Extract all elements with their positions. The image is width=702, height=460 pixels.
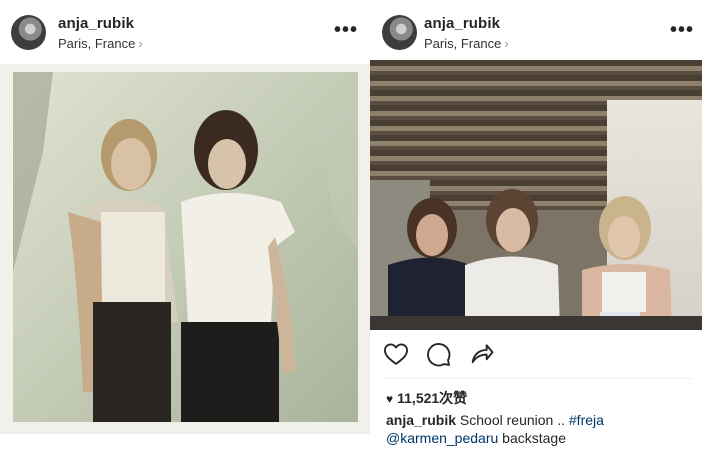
two-women-photo bbox=[13, 72, 358, 422]
polaroid-image bbox=[13, 72, 358, 422]
chevron-right-icon: › bbox=[138, 36, 143, 51]
avatar[interactable] bbox=[382, 15, 417, 50]
likes-label: 11,521次赞 bbox=[397, 390, 468, 406]
heart-filled-icon: ♥ bbox=[386, 392, 394, 406]
location-label: Paris, France bbox=[58, 36, 136, 51]
heart-outline-icon bbox=[383, 343, 409, 365]
avatar[interactable] bbox=[11, 15, 46, 50]
divider-line bbox=[382, 378, 692, 379]
more-options-icon[interactable]: ••• bbox=[334, 20, 358, 40]
comment-bubble-icon bbox=[427, 343, 451, 367]
right-post-header: anja_rubik Paris, France › ••• bbox=[370, 0, 702, 62]
like-button[interactable] bbox=[382, 340, 412, 370]
caption-text: School reunion .. bbox=[459, 412, 569, 428]
left-post: anja_rubik Paris, France › ••• bbox=[0, 0, 370, 460]
username-link[interactable]: anja_rubik bbox=[424, 15, 500, 32]
caption-text-end: backstage bbox=[498, 430, 566, 446]
post-photo[interactable] bbox=[370, 60, 702, 330]
chevron-right-icon: › bbox=[504, 36, 509, 51]
left-post-header: anja_rubik Paris, France › ••• bbox=[0, 0, 370, 62]
action-bar bbox=[370, 340, 702, 370]
post-photo[interactable] bbox=[0, 64, 370, 434]
likes-count[interactable]: ♥ 11,521次赞 bbox=[386, 388, 467, 408]
location-link[interactable]: Paris, France › bbox=[58, 36, 143, 51]
right-post: anja_rubik Paris, France › ••• ♥ 11,521次… bbox=[370, 0, 702, 460]
share-arrow-icon bbox=[471, 344, 494, 364]
username-link[interactable]: anja_rubik bbox=[58, 15, 134, 32]
comment-button[interactable] bbox=[424, 340, 454, 370]
table bbox=[370, 316, 702, 330]
share-button[interactable] bbox=[468, 340, 498, 370]
three-women-photo bbox=[388, 189, 672, 330]
more-options-icon[interactable]: ••• bbox=[670, 20, 694, 40]
hashtag-link[interactable]: #freja bbox=[569, 412, 604, 428]
caption-username[interactable]: anja_rubik bbox=[386, 412, 456, 428]
post-caption: anja_rubik School reunion .. #freja @kar… bbox=[386, 411, 696, 447]
location-link[interactable]: Paris, France › bbox=[424, 36, 509, 51]
mention-link[interactable]: @karmen_pedaru bbox=[386, 430, 498, 446]
location-label: Paris, France bbox=[424, 36, 502, 51]
